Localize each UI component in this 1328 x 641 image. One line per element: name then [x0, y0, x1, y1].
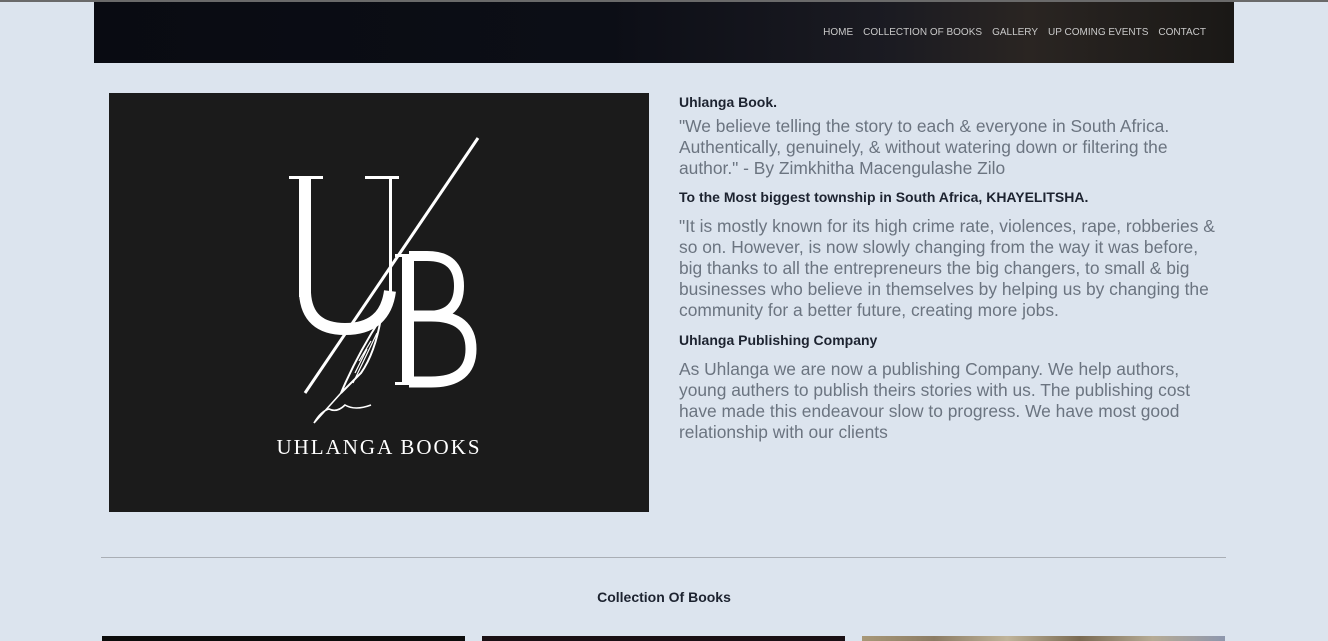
site-header: HOME COLLECTION OF BOOKS GALLERY UP COMI… — [94, 2, 1234, 63]
nav-collection-of-books[interactable]: COLLECTION OF BOOKS — [863, 27, 982, 38]
main-nav: HOME COLLECTION OF BOOKS GALLERY UP COMI… — [823, 27, 1206, 38]
about-heading-township: To the Most biggest township in South Af… — [679, 189, 1089, 205]
logo-wordmark: UHLANGA BOOKS — [276, 435, 482, 459]
nav-upcoming-events[interactable]: UP COMING EVENTS — [1048, 27, 1148, 38]
nav-gallery[interactable]: GALLERY — [992, 27, 1038, 38]
township-description: "It is mostly known for its high crime r… — [679, 216, 1215, 320]
book-card[interactable] — [482, 636, 845, 641]
publishing-description: As Uhlanga we are now a publishing Compa… — [679, 359, 1191, 442]
uhlanga-books-logo: UHLANGA BOOKS — [109, 93, 649, 512]
book-card[interactable] — [862, 636, 1225, 641]
about-heading-uhlanga-book: Uhlanga Book. — [679, 94, 778, 110]
nav-contact[interactable]: CONTACT — [1158, 27, 1206, 38]
book-card[interactable] — [102, 636, 465, 641]
section-divider — [101, 557, 1226, 558]
nav-home[interactable]: HOME — [823, 27, 853, 38]
collection-title: Collection Of Books — [597, 589, 731, 605]
about-heading-publishing: Uhlanga Publishing Company — [679, 332, 878, 348]
about-quote: "We believe telling the story to each & … — [679, 116, 1170, 178]
